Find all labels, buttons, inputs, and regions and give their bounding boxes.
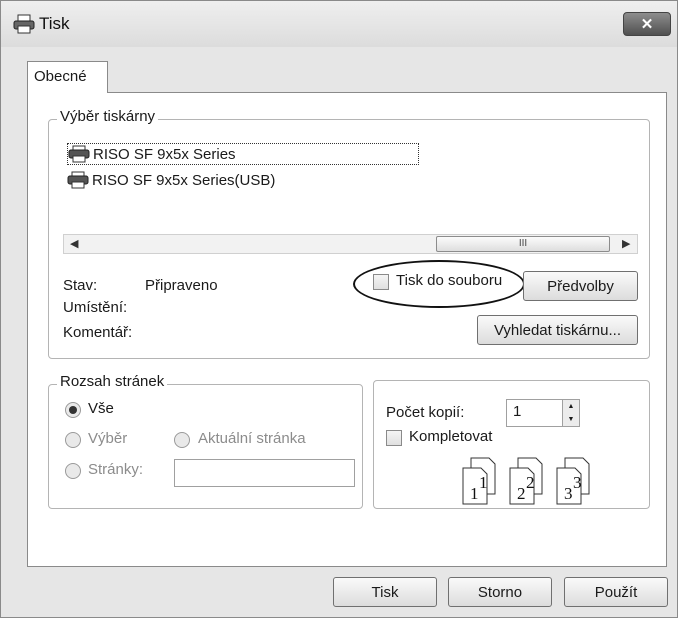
print-button[interactable]: Tisk <box>333 577 437 607</box>
scroll-right-icon[interactable]: ▶ <box>622 237 630 250</box>
find-printer-button[interactable]: Vyhledat tiskárnu... <box>477 315 638 345</box>
spinner-buttons[interactable]: ▲ ▼ <box>562 400 579 426</box>
preferences-button-label: Předvolby <box>547 277 614 295</box>
print-to-file-checkbox[interactable] <box>373 274 389 290</box>
spin-down-icon[interactable]: ▼ <box>568 416 575 423</box>
collate-page-number: 2 <box>526 473 535 492</box>
collate-page-number: 3 <box>564 484 573 503</box>
printer-list-scrollbar[interactable]: ◀ III ▶ <box>63 234 638 254</box>
printer-item[interactable]: RISO SF 9x5x Series(USB) <box>67 169 275 191</box>
scroll-thumb-grip: III <box>518 238 528 249</box>
status-value: Připraveno <box>145 277 218 294</box>
collate-page-number: 2 <box>517 484 526 503</box>
current-page-label: Aktuální stránka <box>198 430 306 447</box>
selection-radio[interactable] <box>65 432 81 448</box>
apply-button-label: Použít <box>594 583 638 601</box>
collate-page-number: 3 <box>573 473 582 492</box>
comment-label: Komentář: <box>63 324 133 341</box>
print-button-label: Tisk <box>371 583 399 601</box>
collate-page-number: 1 <box>470 484 479 503</box>
scroll-left-icon[interactable]: ◀ <box>70 237 78 250</box>
page-range-legend: Rozsah stránek <box>57 373 168 390</box>
scroll-thumb[interactable]: III <box>436 236 610 252</box>
selection-label: Výběr <box>88 430 128 447</box>
printer-icon <box>13 14 35 34</box>
printer-icon <box>67 171 89 189</box>
status-label: Stav: <box>63 277 98 294</box>
tab-general-label: Obecné <box>34 68 87 85</box>
find-printer-button-label: Vyhledat tiskárnu... <box>493 321 621 339</box>
print-dialog: Tisk ✕ Obecné Výběr tiskárny RISO SF 9x5… <box>0 0 678 618</box>
copies-spinner[interactable]: 1 ▲ ▼ <box>506 399 580 427</box>
all-pages-label[interactable]: Vše <box>88 400 114 417</box>
apply-button[interactable]: Použít <box>564 577 668 607</box>
pages-input[interactable] <box>174 459 355 487</box>
title-bar: Tisk ✕ <box>1 1 677 47</box>
cancel-button-label: Storno <box>477 583 523 601</box>
printer-name: RISO SF 9x5x Series(USB) <box>92 171 276 189</box>
printer-icon <box>68 145 90 163</box>
collate-pages-icon: 1 1 2 2 3 3 <box>462 457 590 505</box>
window-title: Tisk <box>39 14 70 33</box>
close-button[interactable]: ✕ <box>623 12 671 36</box>
cancel-button[interactable]: Storno <box>448 577 552 607</box>
collate-checkbox[interactable] <box>386 430 402 446</box>
collate-page-number: 1 <box>479 473 488 492</box>
location-label: Umístění: <box>63 299 128 316</box>
current-page-radio[interactable] <box>174 432 190 448</box>
pages-radio[interactable] <box>65 463 81 479</box>
spin-up-icon[interactable]: ▲ <box>568 403 575 410</box>
all-pages-radio[interactable] <box>65 402 81 418</box>
copies-count-label: Počet kopií: <box>386 404 465 421</box>
close-icon: ✕ <box>640 16 654 33</box>
printer-name: RISO SF 9x5x Series <box>93 145 236 163</box>
copies-count-value: 1 <box>513 403 522 420</box>
tab-general[interactable]: Obecné <box>27 61 108 93</box>
printer-item[interactable]: RISO SF 9x5x Series <box>67 143 419 165</box>
pages-label: Stránky: <box>88 461 144 478</box>
print-to-file-label[interactable]: Tisk do souboru <box>396 272 502 289</box>
printer-selection-legend: Výběr tiskárny <box>57 108 159 125</box>
preferences-button[interactable]: Předvolby <box>523 271 638 301</box>
